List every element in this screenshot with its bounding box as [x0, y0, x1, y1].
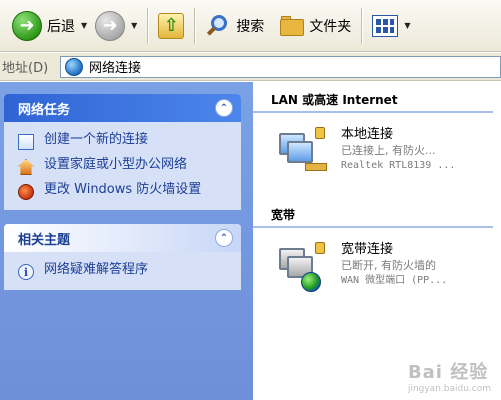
connection-device: Realtek RTL8139 ...	[341, 160, 456, 171]
toolbar-separator	[147, 7, 149, 44]
network-tasks-header[interactable]: 网络任务 ⌃	[4, 94, 241, 122]
up-folder-icon: ⇧	[158, 12, 185, 39]
task-pane: 网络任务 ⌃ 创建一个新的连接 设置家庭或小型办公网络 更改 Windows 防…	[0, 82, 253, 400]
related-topics-header[interactable]: 相关主题 ⌃	[4, 224, 241, 252]
back-arrow-icon: ➜	[12, 10, 42, 41]
connection-broadband[interactable]: 宽带连接 已断开, 有防火墙的 WAN 微型端口 (PP...	[253, 228, 501, 292]
group-header-lan: LAN 或高速 Internet	[253, 82, 493, 113]
folders-label: 文件夹	[309, 18, 352, 35]
task-label: 网络疑难解答程序	[44, 262, 149, 277]
address-value: 网络连接	[89, 61, 142, 76]
cable-plug-icon	[305, 163, 327, 171]
folder-icon	[280, 15, 305, 36]
forward-arrow-icon: ➜	[95, 10, 126, 41]
task-create-connection[interactable]: 创建一个新的连接	[18, 132, 233, 150]
toolbar-separator	[194, 7, 196, 44]
views-dropdown-icon[interactable]: ▼	[404, 21, 410, 30]
views-button[interactable]: ▼	[368, 6, 414, 46]
collapse-chevron-icon[interactable]: ⌃	[215, 99, 233, 117]
back-dropdown-icon[interactable]: ▼	[81, 21, 87, 30]
network-tasks-title: 网络任务	[18, 102, 71, 118]
connections-list: LAN 或高速 Internet 本地连接 已连接上, 有防火... Realt…	[253, 82, 501, 400]
address-bar: 地址(D) 网络连接	[0, 53, 501, 81]
connection-status: 已连接上, 有防火...	[341, 144, 436, 157]
related-topics-panel: 相关主题 ⌃ i 网络疑难解答程序	[4, 224, 241, 290]
folders-button[interactable]: 文件夹	[276, 6, 355, 46]
forward-button[interactable]: ➜ ▼	[91, 6, 141, 46]
new-connection-icon	[18, 134, 34, 150]
toolbar: ➜ 后退 ▼ ➜ ▼ ⇧ 搜索 文件夹 ▼	[0, 0, 501, 52]
up-folder-button[interactable]: ⇧	[154, 6, 188, 46]
globe-icon	[301, 272, 321, 292]
broadband-connection-icon	[275, 242, 325, 292]
address-label: 地址(D)	[2, 61, 49, 76]
connection-device: WAN 微型端口 (PP...	[341, 275, 448, 286]
watermark-url: jingyan.baidu.com	[407, 384, 491, 394]
firewall-lock-icon	[315, 127, 325, 139]
firewall-icon	[18, 184, 34, 200]
info-icon: i	[18, 264, 34, 280]
connection-name: 宽带连接	[341, 242, 394, 257]
views-grid-icon	[372, 14, 399, 37]
collapse-chevron-icon[interactable]: ⌃	[215, 229, 233, 247]
network-tasks-panel: 网络任务 ⌃ 创建一个新的连接 设置家庭或小型办公网络 更改 Windows 防…	[4, 94, 241, 210]
forward-dropdown-icon[interactable]: ▼	[131, 21, 137, 30]
connection-local-area[interactable]: 本地连接 已连接上, 有防火... Realtek RTL8139 ...	[253, 113, 501, 177]
search-icon	[205, 13, 231, 39]
connection-name: 本地连接	[341, 127, 394, 142]
connection-status: 已断开, 有防火墙的	[341, 259, 436, 272]
watermark-text: Bai 经验	[407, 362, 489, 383]
task-label: 创建一个新的连接	[44, 132, 149, 147]
task-label: 更改 Windows 防火墙设置	[44, 182, 202, 197]
task-change-firewall[interactable]: 更改 Windows 防火墙设置	[18, 182, 233, 200]
watermark: Bai 经验 jingyan.baidu.com	[408, 358, 491, 394]
group-header-broadband: 宽带	[253, 197, 493, 228]
back-label: 后退	[47, 18, 75, 35]
lan-connection-icon	[275, 127, 327, 177]
address-input[interactable]: 网络连接	[60, 55, 501, 78]
toolbar-separator	[361, 7, 363, 44]
task-network-troubleshooter[interactable]: i 网络疑难解答程序	[18, 262, 233, 280]
network-connections-icon	[65, 57, 83, 76]
search-button[interactable]: 搜索	[201, 6, 268, 46]
related-topics-title: 相关主题	[18, 232, 71, 248]
task-label: 设置家庭或小型办公网络	[44, 157, 188, 172]
home-network-icon	[18, 159, 34, 175]
search-label: 搜索	[236, 18, 265, 35]
task-setup-home-network[interactable]: 设置家庭或小型办公网络	[18, 157, 233, 175]
firewall-lock-icon	[315, 242, 325, 254]
back-button[interactable]: ➜ 后退 ▼	[8, 6, 91, 46]
